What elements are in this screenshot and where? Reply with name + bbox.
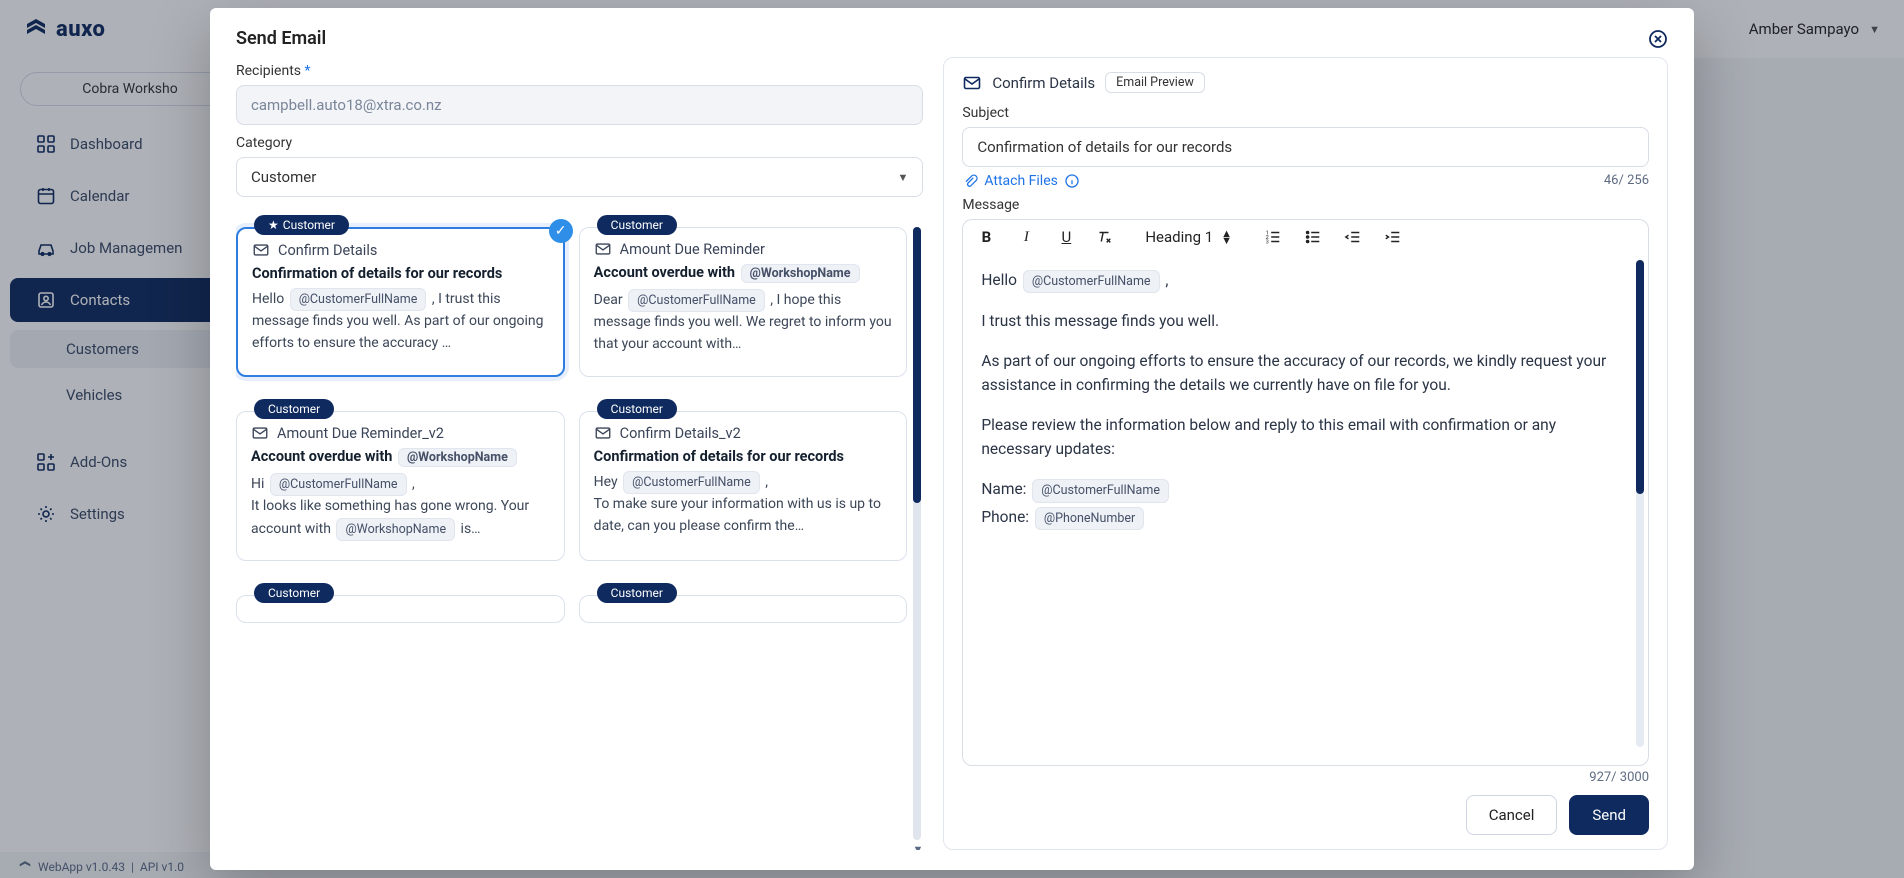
template-card[interactable]: ★ Customer ✓ Confirm Details Confirmatio… bbox=[236, 227, 565, 377]
category-label: Category bbox=[236, 135, 923, 151]
template-card[interactable]: Customer Amount Due Reminder_v2 Account … bbox=[236, 411, 565, 561]
template-tag: Customer bbox=[597, 215, 677, 235]
paperclip-icon bbox=[962, 173, 978, 189]
template-title: Amount Due Reminder_v2 bbox=[277, 425, 444, 442]
cancel-button[interactable]: Cancel bbox=[1466, 795, 1558, 835]
category-value: Customer bbox=[251, 168, 316, 186]
info-icon[interactable] bbox=[1064, 173, 1080, 189]
merge-chip: @PhoneNumber bbox=[1035, 507, 1144, 530]
subject-label: Subject bbox=[962, 105, 1649, 121]
template-tag: Customer bbox=[597, 583, 677, 603]
bold-button[interactable]: B bbox=[975, 228, 997, 246]
unordered-list-button[interactable] bbox=[1304, 228, 1326, 246]
merge-chip: @WorkshopName bbox=[741, 264, 860, 283]
mail-icon bbox=[594, 240, 612, 258]
heading-select[interactable]: Heading 1 ▲▼ bbox=[1145, 228, 1232, 246]
subject-input[interactable] bbox=[962, 127, 1649, 167]
svg-text:3: 3 bbox=[1266, 239, 1269, 245]
editor-toolbar: B I U Heading 1 ▲▼ 123 bbox=[962, 219, 1649, 254]
template-tag: Customer bbox=[254, 399, 334, 419]
mail-icon bbox=[252, 241, 270, 259]
template-tag: Customer bbox=[597, 399, 677, 419]
message-editor[interactable]: Hello @CustomerFullName , I trust this m… bbox=[962, 254, 1649, 766]
templates-list: ▼ ★ Customer ✓ Confirm Details bbox=[236, 211, 923, 850]
template-preview: Hello @CustomerFullName , I trust this m… bbox=[252, 288, 549, 355]
subject-counter: 46/ 256 bbox=[1604, 173, 1649, 188]
underline-button[interactable]: U bbox=[1055, 228, 1077, 246]
recipients-input[interactable]: campbell.auto18@xtra.co.nz bbox=[236, 85, 923, 125]
template-preview: Hi @CustomerFullName , It looks like som… bbox=[251, 473, 550, 541]
chevron-down-icon: ▼ bbox=[897, 171, 908, 184]
dialog-title: Send Email bbox=[236, 28, 326, 49]
mail-icon bbox=[962, 73, 982, 93]
template-tag: ★ Customer bbox=[254, 215, 349, 235]
merge-chip: @CustomerFullName bbox=[1032, 479, 1169, 502]
template-card[interactable]: Customer bbox=[579, 595, 908, 623]
template-subject: Account overdue with @WorkshopName bbox=[251, 448, 550, 467]
send-email-dialog: Send Email Recipients * campbell.auto18@… bbox=[210, 8, 1694, 870]
check-icon: ✓ bbox=[549, 219, 573, 243]
ordered-list-button[interactable]: 123 bbox=[1264, 228, 1286, 246]
message-label: Message bbox=[962, 197, 1649, 213]
indent-button[interactable] bbox=[1384, 228, 1406, 246]
template-tag: Customer bbox=[254, 583, 334, 603]
template-card[interactable]: Customer Amount Due Reminder Account ove… bbox=[579, 227, 908, 377]
star-icon: ★ bbox=[268, 218, 279, 232]
template-subject: Confirmation of details for our records bbox=[594, 448, 893, 465]
outdent-button[interactable] bbox=[1344, 228, 1366, 246]
scroll-down-icon[interactable]: ▼ bbox=[912, 843, 923, 850]
mail-icon bbox=[251, 424, 269, 442]
template-title: Confirm Details_v2 bbox=[620, 425, 741, 442]
send-button[interactable]: Send bbox=[1569, 795, 1649, 835]
merge-chip: @CustomerFullName bbox=[628, 289, 765, 312]
italic-button[interactable]: I bbox=[1015, 229, 1037, 246]
template-preview: Hey @CustomerFullName , To make sure you… bbox=[594, 471, 893, 538]
template-title: Amount Due Reminder bbox=[620, 241, 765, 258]
template-card[interactable]: Customer bbox=[236, 595, 565, 623]
clear-format-button[interactable] bbox=[1095, 228, 1117, 246]
attach-files-link[interactable]: Attach Files bbox=[962, 173, 1080, 189]
mail-icon bbox=[594, 424, 612, 442]
dialog-left-column: Recipients * campbell.auto18@xtra.co.nz … bbox=[236, 57, 923, 850]
merge-chip: @WorkshopName bbox=[398, 448, 517, 467]
merge-chip: @CustomerFullName bbox=[1023, 270, 1160, 293]
merge-chip: @CustomerFullName bbox=[623, 471, 760, 494]
recipients-label: Recipients * bbox=[236, 63, 923, 79]
template-card[interactable]: Customer Confirm Details_v2 Confirmation… bbox=[579, 411, 908, 561]
dialog-right-column: Confirm Details Email Preview Subject At… bbox=[943, 57, 1668, 850]
email-preview-pill[interactable]: Email Preview bbox=[1105, 72, 1205, 93]
template-subject: Account overdue with @WorkshopName bbox=[594, 264, 893, 283]
confirm-details-label: Confirm Details bbox=[992, 74, 1095, 92]
merge-chip: @WorkshopName bbox=[336, 518, 455, 541]
template-preview: Dear @CustomerFullName , I hope this mes… bbox=[594, 289, 893, 356]
category-select[interactable]: Customer ▼ bbox=[236, 157, 923, 197]
required-marker: * bbox=[305, 63, 311, 79]
merge-chip: @CustomerFullName bbox=[270, 473, 407, 496]
templates-scrollbar[interactable] bbox=[913, 227, 921, 840]
template-title: Confirm Details bbox=[278, 242, 377, 259]
editor-scrollbar[interactable] bbox=[1636, 260, 1644, 747]
message-counter: 927/ 3000 bbox=[962, 770, 1649, 785]
merge-chip: @CustomerFullName bbox=[290, 288, 427, 311]
sort-icon: ▲▼ bbox=[1221, 230, 1232, 244]
template-subject: Confirmation of details for our records bbox=[252, 265, 549, 282]
close-icon[interactable] bbox=[1648, 29, 1668, 49]
